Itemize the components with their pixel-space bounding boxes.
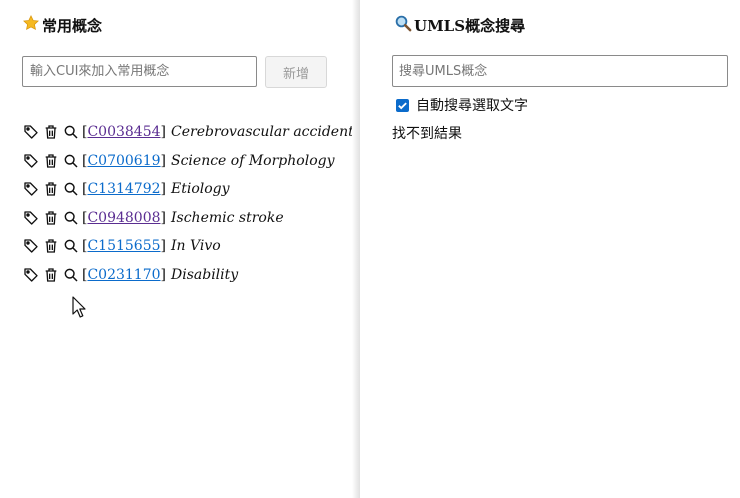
search-panel: UMLS概念搜尋 自動搜尋選取文字 找不到結果 (360, 0, 740, 498)
search-title: UMLS概念搜尋 (414, 16, 526, 35)
search-icon[interactable] (62, 209, 80, 227)
cui-link[interactable]: C1314792 (87, 181, 160, 197)
list-item: [C0038454] Cerebrovascular accident (22, 118, 354, 147)
search-heading: UMLS概念搜尋 (394, 14, 525, 36)
add-button[interactable]: 新增 (265, 56, 327, 88)
auto-search-option[interactable]: 自動搜尋選取文字 (396, 95, 528, 115)
no-results-message: 找不到結果 (392, 126, 462, 142)
cui-link[interactable]: C0231170 (87, 267, 160, 283)
concept-name: Disability (171, 266, 239, 283)
trash-icon[interactable] (42, 152, 60, 170)
tag-icon[interactable] (22, 266, 40, 284)
trash-icon[interactable] (42, 266, 60, 284)
list-item: [C1515655] In Vivo (22, 232, 354, 261)
concept-name: Cerebrovascular accident (171, 124, 354, 141)
trash-icon[interactable] (42, 123, 60, 141)
panel-divider (352, 0, 360, 498)
list-item: [C0231170] Disability (22, 261, 354, 290)
favorites-title: 常用概念 (42, 16, 103, 35)
search-icon[interactable] (62, 237, 80, 255)
list-item: [C0700619] Science of Morphology (22, 147, 354, 176)
cui-link[interactable]: C0038454 (87, 124, 160, 140)
cui-link[interactable]: C1515655 (87, 238, 160, 254)
concept-name: Ischemic stroke (171, 209, 284, 226)
concept-name: Science of Morphology (171, 152, 335, 169)
mouse-cursor-icon (72, 296, 86, 322)
search-icon[interactable] (62, 180, 80, 198)
list-item: [C0948008] Ischemic stroke (22, 204, 354, 233)
trash-icon[interactable] (42, 237, 60, 255)
favorites-panel: 常用概念 新增 [C0038454] Cerebrovascular accid… (0, 0, 354, 498)
star-icon (22, 14, 40, 36)
tag-icon[interactable] (22, 123, 40, 141)
search-icon[interactable] (62, 123, 80, 141)
auto-search-label[interactable]: 自動搜尋選取文字 (416, 95, 528, 115)
tag-icon[interactable] (22, 152, 40, 170)
search-icon[interactable] (62, 152, 80, 170)
favorites-heading: 常用概念 (22, 14, 102, 36)
magnifier-icon (394, 14, 412, 36)
concept-name: Etiology (171, 181, 230, 198)
list-item: [C1314792] Etiology (22, 175, 354, 204)
tag-icon[interactable] (22, 209, 40, 227)
trash-icon[interactable] (42, 209, 60, 227)
tag-icon[interactable] (22, 180, 40, 198)
tag-icon[interactable] (22, 237, 40, 255)
favorites-list: [C0038454] Cerebrovascular accident [C07… (22, 118, 354, 289)
cui-input[interactable] (22, 56, 257, 87)
auto-search-checkbox[interactable] (396, 98, 409, 112)
trash-icon[interactable] (42, 180, 60, 198)
search-icon[interactable] (62, 266, 80, 284)
search-input[interactable] (392, 55, 728, 87)
cui-link[interactable]: C0700619 (87, 153, 160, 169)
concept-name: In Vivo (171, 238, 221, 255)
cui-link[interactable]: C0948008 (87, 210, 160, 226)
